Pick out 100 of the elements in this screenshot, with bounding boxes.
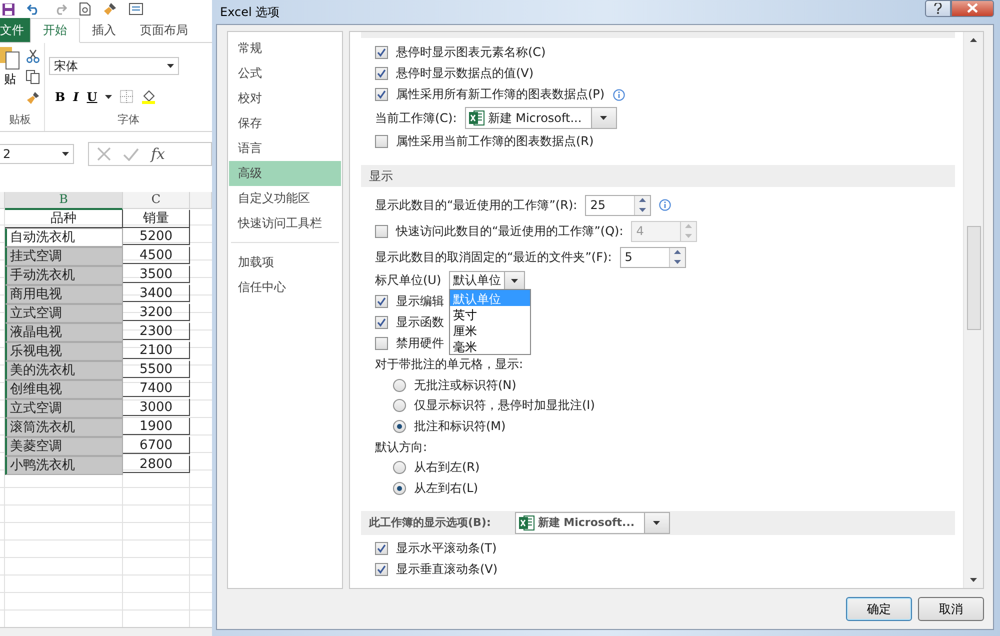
number-spinner[interactable]: 25 (585, 194, 652, 216)
nav-item[interactable]: 信任中心 (229, 275, 341, 300)
font-dropdown[interactable]: 宋体 (49, 57, 179, 75)
brush-icon[interactable] (26, 91, 40, 105)
caret-icon (167, 64, 174, 68)
table-cell: 2300 (123, 322, 190, 340)
name-box[interactable]: 2 (0, 144, 74, 164)
checkbox-label: 显示水平滚动条(T) (396, 540, 497, 556)
table-cell: 美的洗衣机 (5, 360, 123, 380)
paste-button[interactable]: 贴 (0, 45, 20, 112)
brush-icon[interactable] (103, 2, 117, 16)
spreadsheet-icon (468, 110, 485, 126)
table-cell: 2800 (123, 456, 190, 473)
table-cell: 1900 (123, 418, 190, 435)
ribbon-tab[interactable]: 文件 (0, 18, 30, 42)
up-arrow-icon (674, 250, 681, 254)
format-button[interactable]: I (73, 90, 79, 104)
scroll-up-icon[interactable] (970, 38, 977, 42)
field-label: 当前工作簿(C): (375, 110, 457, 126)
format-button[interactable]: U (86, 90, 98, 104)
scrollbar[interactable] (963, 32, 983, 588)
check-icon[interactable] (123, 148, 139, 160)
checkbox[interactable] (375, 337, 388, 350)
workbook-dropdown[interactable]: 新建 Microsoft... (464, 107, 617, 129)
radio-button[interactable] (393, 420, 406, 433)
down-arrow-icon (639, 208, 646, 212)
spin-up-button[interactable] (670, 248, 685, 257)
caret-icon (653, 520, 660, 524)
ribbon-tab[interactable]: 页面布局 (128, 18, 200, 42)
radio-button[interactable] (393, 399, 406, 412)
table-cell: 2100 (123, 342, 190, 359)
checkbox[interactable] (375, 295, 388, 308)
radio-label: 批注和标识符(M) (414, 418, 506, 435)
nav-item[interactable]: 常规 (229, 36, 341, 61)
table-cell: 立式空调 (5, 398, 123, 418)
group-label: 字体 (116, 112, 140, 128)
radio-button[interactable] (393, 461, 406, 474)
save-icon[interactable] (2, 2, 15, 16)
insert-function-button[interactable]: fx (151, 145, 166, 163)
section-label: 此工作簿的显示选项(B): (369, 515, 491, 530)
checkbox[interactable] (375, 542, 388, 554)
nav-item[interactable]: 语言 (229, 136, 341, 161)
checkbox-label: 禁用硬件 (396, 335, 444, 352)
help-icon (934, 2, 942, 14)
column-header[interactable]: C (123, 192, 190, 209)
spin-up-button[interactable] (635, 196, 650, 205)
copy-icon[interactable] (26, 70, 40, 84)
help-button[interactable] (925, 0, 951, 16)
close-button[interactable] (951, 0, 994, 16)
caret-icon (511, 278, 518, 282)
nav-item[interactable]: 自定义功能区 (229, 186, 341, 211)
radio-label: 从右到左(R) (414, 459, 480, 476)
unit-dropdown[interactable]: 默认单位 (449, 271, 526, 290)
checkbox[interactable] (375, 316, 388, 329)
number-spinner[interactable]: 5 (620, 246, 686, 268)
table-cell: 5500 (123, 360, 190, 378)
caret-icon (62, 152, 69, 156)
cancel-button[interactable]: 取消 (918, 597, 984, 621)
table-cell: 3000 (123, 398, 190, 416)
checkbox[interactable] (375, 562, 388, 576)
ok-button[interactable]: 确定 (846, 597, 912, 621)
table-cell: 滚筒洗衣机 (5, 418, 123, 436)
checkbox[interactable] (375, 46, 388, 59)
checkbox-label: 显示编辑 (396, 293, 444, 310)
nav-item[interactable]: 公式 (229, 61, 341, 86)
ribbon-tab[interactable]: 开始 (30, 18, 80, 43)
scrollbar-thumb[interactable] (966, 226, 980, 330)
workbook-dropdown[interactable]: 新建 Microsoft... (514, 512, 670, 534)
spreadsheet-icon (518, 514, 535, 530)
table-cell: 立式空调 (5, 304, 123, 322)
format-button[interactable]: B (55, 90, 66, 104)
section-header: 显示 (361, 165, 955, 187)
radio-label: 仅显示标识符，悬停时加显批注(I) (414, 397, 595, 414)
checkbox[interactable] (375, 88, 388, 101)
border-icon[interactable] (120, 90, 134, 103)
spin-down-button[interactable] (670, 257, 685, 266)
nav-item[interactable]: 加载项 (229, 250, 341, 275)
checkbox[interactable] (375, 67, 388, 80)
radio-button[interactable] (393, 482, 406, 495)
checkbox-label: 显示垂直滚动条(V) (396, 560, 498, 578)
column-header[interactable]: B (5, 192, 123, 210)
nav-item[interactable]: 校对 (229, 86, 341, 111)
form-icon[interactable] (129, 3, 143, 15)
caret-icon (105, 94, 112, 98)
checkbox[interactable] (375, 135, 388, 148)
nav-item[interactable]: 保存 (229, 111, 341, 136)
print-preview-icon[interactable] (79, 2, 91, 16)
radio-button[interactable] (393, 378, 406, 392)
fill-color-icon[interactable] (141, 89, 156, 104)
spin-down-button[interactable] (635, 205, 650, 214)
nav-item[interactable]: 快速访问工具栏 (229, 211, 341, 236)
nav-item[interactable]: 高级 (229, 161, 341, 186)
scroll-down-icon[interactable] (970, 578, 977, 582)
ribbon-tab[interactable]: 插入 (80, 18, 128, 42)
checkbox-label: 悬停时显示数据点的值(V) (396, 65, 534, 82)
table-cell: 6700 (123, 436, 190, 454)
table-cell: 自动洗衣机 (5, 228, 123, 246)
table-cell: 小鸭洗衣机 (5, 456, 123, 474)
scissors-icon[interactable] (26, 49, 40, 63)
table-cell: 手动洗衣机 (5, 266, 123, 284)
